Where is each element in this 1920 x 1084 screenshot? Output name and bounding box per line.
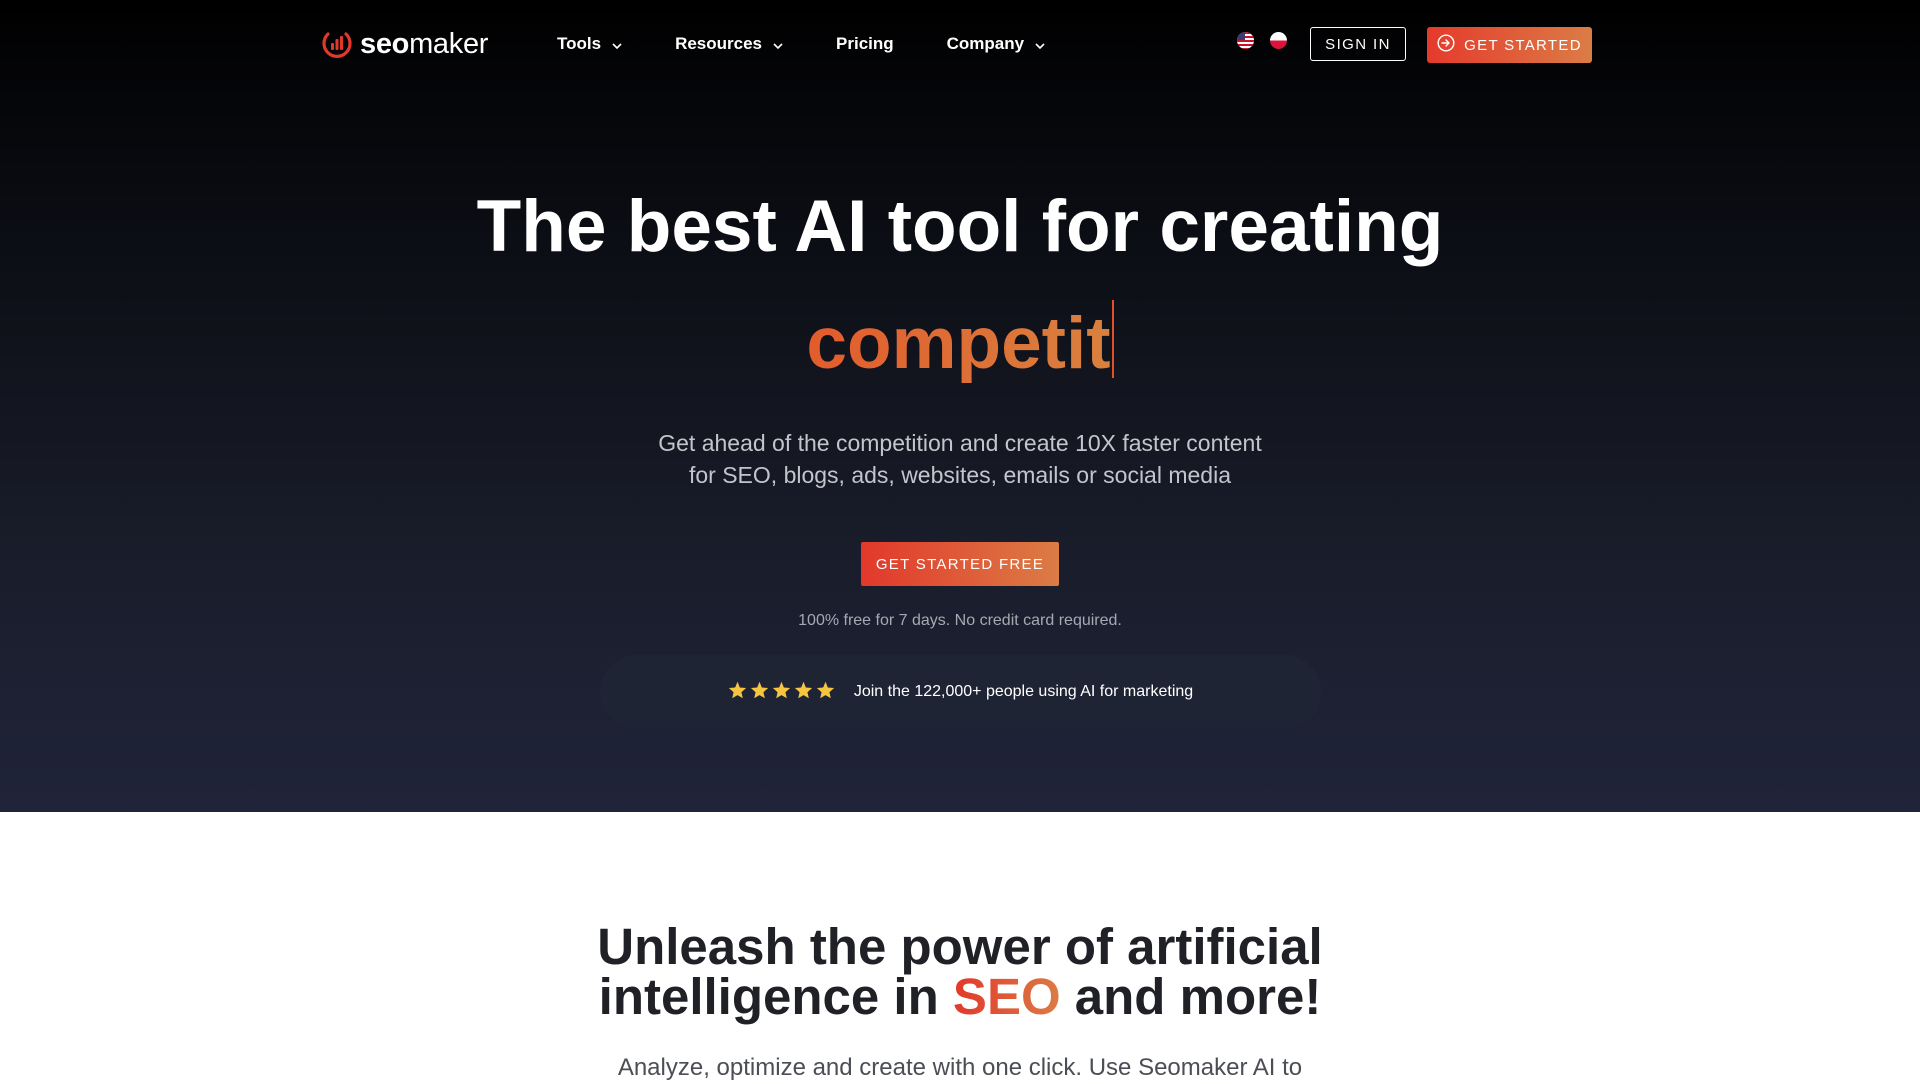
nav-item-pricing[interactable]: Pricing [836, 32, 894, 56]
section-title-line: intelligence in SEO and more! [0, 971, 1920, 1022]
logo-text: seomaker [360, 27, 488, 61]
typing-caret [1111, 300, 1114, 378]
star-icon [728, 681, 747, 704]
hero-headline: The best AI tool for creating [476, 186, 1444, 267]
features-intro-section: Unleash the power of artificial intellig… [0, 812, 1920, 1081]
logo-icon [322, 32, 352, 58]
typed-headline: competit [0, 300, 1920, 388]
pl-flag-icon[interactable] [1270, 32, 1287, 49]
get-started-label: GET STARTED [1464, 36, 1582, 54]
star-icon [816, 681, 835, 704]
chevron-down-icon [773, 32, 783, 56]
arrow-circle-icon [1437, 34, 1455, 56]
star-icon [794, 681, 813, 704]
nav-item-label: Resources [675, 34, 763, 53]
logo[interactable]: seomaker [322, 27, 488, 61]
chevron-down-icon [612, 32, 622, 56]
seo-highlight: SEO [952, 968, 1061, 1025]
nav-item-label: Company [946, 34, 1025, 53]
nav-menu: Tools Resources Pricing Company [557, 32, 1098, 56]
logo-text-light: maker [409, 28, 489, 60]
star-icon [750, 681, 769, 704]
top-navbar: seomaker Tools Resources Pricing Company [0, 0, 1920, 90]
us-flag-icon[interactable] [1237, 32, 1254, 49]
nav-item-company[interactable]: Company [947, 32, 1045, 56]
chevron-down-icon [1035, 32, 1045, 56]
nav-item-label: Tools [557, 34, 602, 53]
section-title: Unleash the power of artificial intellig… [0, 918, 1920, 1022]
language-switcher [1237, 32, 1303, 49]
hero-section: seomaker Tools Resources Pricing Company [0, 0, 1920, 812]
get-started-free-button[interactable]: GET STARTED FREE [861, 542, 1059, 586]
section-title-line: Unleash the power of artificial [597, 918, 1323, 975]
hero-subtext: Get ahead of the competition and create … [0, 427, 1920, 491]
hero-subtext-line: for SEO, blogs, ads, websites, emails or… [688, 462, 1231, 488]
section-subtext: Analyze, optimize and create with one cl… [617, 1054, 1303, 1081]
free-trial-note: 100% free for 7 days. No credit card req… [798, 612, 1122, 629]
nav-item-tools[interactable]: Tools [557, 32, 622, 56]
get-started-button[interactable]: GET STARTED [1427, 27, 1592, 63]
star-icon [772, 681, 791, 704]
nav-item-label: Pricing [836, 34, 894, 53]
hero-subtext-line: Get ahead of the competition and create … [658, 430, 1262, 456]
logo-text-bold: seo [360, 28, 410, 60]
social-proof-text: Join the 122,000+ people using AI for ma… [853, 683, 1194, 700]
section-title-text: and more! [1060, 968, 1322, 1025]
section-title-text: intelligence in [598, 968, 953, 1025]
rating-stars [728, 681, 838, 704]
sign-in-button[interactable]: SIGN IN [1310, 27, 1406, 61]
typed-word: competit [806, 303, 1111, 384]
nav-item-resources[interactable]: Resources [675, 32, 783, 56]
social-proof-banner: Join the 122,000+ people using AI for ma… [600, 655, 1321, 729]
